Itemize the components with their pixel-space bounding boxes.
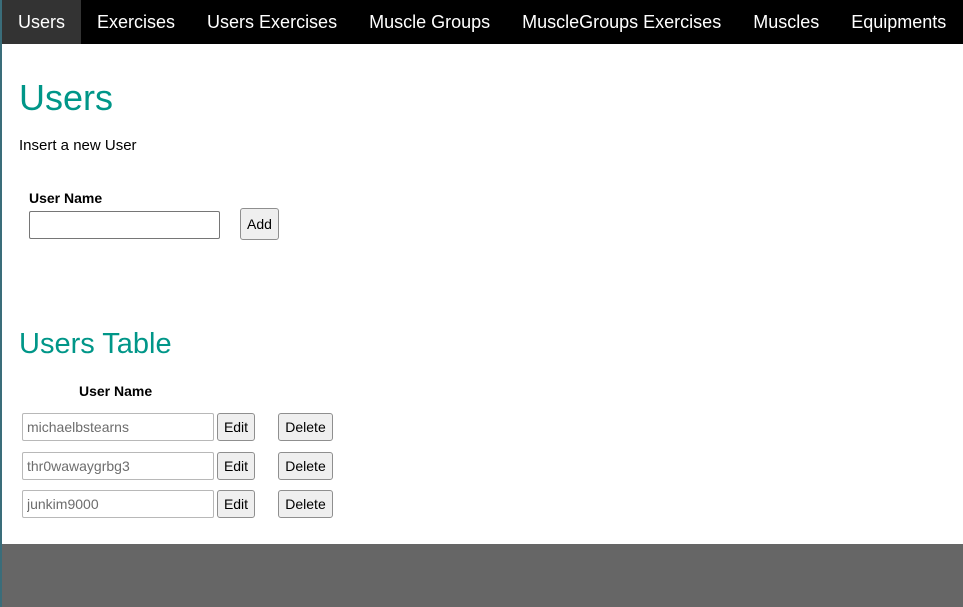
row-user-name-input[interactable]: [22, 490, 214, 518]
delete-button[interactable]: Delete: [278, 413, 333, 441]
user-name-column-header: User Name: [79, 383, 153, 399]
row-user-name-input[interactable]: [22, 413, 214, 441]
add-user-button[interactable]: Add: [240, 208, 279, 240]
page-title: Users: [19, 77, 114, 118]
users-table-title: Users Table: [19, 328, 172, 360]
edit-button[interactable]: Edit: [217, 490, 255, 518]
app-frame: Users Exercises Users Exercises Muscle G…: [0, 0, 963, 607]
edit-button[interactable]: Edit: [217, 452, 255, 480]
top-nav: Users Exercises Users Exercises Muscle G…: [2, 0, 963, 44]
edit-button[interactable]: Edit: [217, 413, 255, 441]
nav-item-equipments[interactable]: Equipments: [835, 0, 962, 44]
nav-item-muscle-groups[interactable]: Muscle Groups: [353, 0, 506, 44]
nav-item-users-exercises[interactable]: Users Exercises: [191, 0, 353, 44]
nav-item-musclegroups-exercises[interactable]: MuscleGroups Exercises: [506, 0, 737, 44]
delete-button[interactable]: Delete: [278, 490, 333, 518]
row-user-name-input[interactable]: [22, 452, 214, 480]
page-footer: [2, 544, 963, 607]
nav-item-exercises[interactable]: Exercises: [81, 0, 191, 44]
user-name-input[interactable]: [29, 211, 220, 239]
nav-item-muscles[interactable]: Muscles: [737, 0, 835, 44]
user-name-field-label: User Name: [29, 190, 103, 206]
insert-user-label: Insert a new User: [19, 137, 137, 154]
delete-button[interactable]: Delete: [278, 452, 333, 480]
nav-item-users[interactable]: Users: [2, 0, 82, 44]
